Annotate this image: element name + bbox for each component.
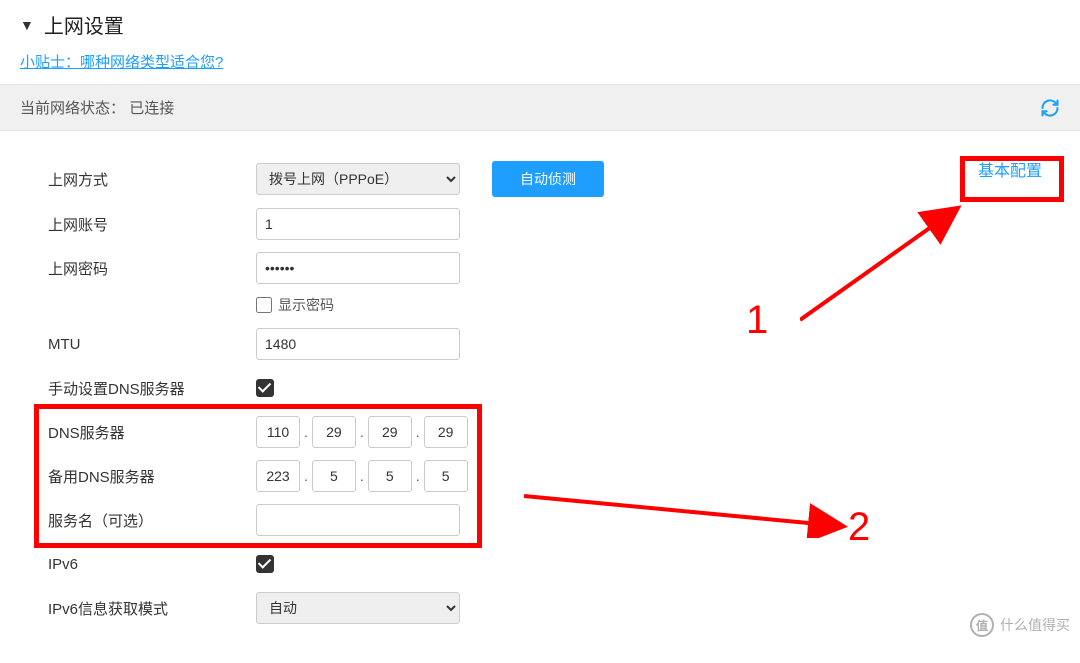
show-password-label: 显示密码 — [278, 295, 334, 315]
ip-dot: . — [304, 424, 308, 440]
label-account: 上网账号 — [48, 214, 256, 235]
alt-dns-octet-1[interactable] — [256, 460, 300, 492]
method-select[interactable]: 拨号上网（PPPoE） — [256, 163, 460, 195]
form-area: 基本配置 上网方式 拨号上网（PPPoE） 自动侦测 上网账号 上网密码 显示密… — [0, 131, 1080, 645]
tip-link[interactable]: 小贴士：哪种网络类型适合您? — [20, 54, 223, 71]
ip-dot: . — [360, 424, 364, 440]
status-text: 当前网络状态： 已连接 — [20, 97, 174, 118]
show-password-checkbox[interactable] — [256, 297, 272, 313]
alt-dns-octet-4[interactable] — [424, 460, 468, 492]
annotation-number-2: 2 — [848, 505, 870, 550]
ip-dot: . — [360, 468, 364, 484]
section-title: 上网设置 — [44, 10, 124, 39]
dns-octet-3[interactable] — [368, 416, 412, 448]
manual-dns-checkbox[interactable] — [256, 379, 274, 397]
service-input[interactable] — [256, 504, 460, 536]
watermark: 值 什么值得买 — [970, 613, 1070, 637]
ipv6-checkbox[interactable] — [256, 555, 274, 573]
auto-detect-button[interactable]: 自动侦测 — [492, 161, 604, 197]
ip-dot: . — [416, 424, 420, 440]
label-alt-dns: 备用DNS服务器 — [48, 466, 256, 487]
label-ipv6: IPv6 — [48, 556, 256, 573]
label-ipv6-mode: IPv6信息获取模式 — [48, 598, 256, 619]
label-manual-dns: 手动设置DNS服务器 — [48, 378, 256, 399]
mtu-input[interactable] — [256, 328, 460, 360]
label-method: 上网方式 — [48, 169, 256, 190]
account-input[interactable] — [256, 208, 460, 240]
ipv6-mode-select[interactable]: 自动 — [256, 592, 460, 624]
dns-octet-4[interactable] — [424, 416, 468, 448]
label-mtu: MTU — [48, 336, 256, 353]
label-password: 上网密码 — [48, 258, 256, 279]
basic-config-link[interactable]: 基本配置 — [968, 151, 1052, 187]
annotation-number-1: 1 — [746, 298, 768, 343]
ip-dot: . — [304, 468, 308, 484]
watermark-text: 什么值得买 — [1000, 615, 1070, 635]
watermark-badge-icon: 值 — [970, 613, 994, 637]
collapse-arrow-icon: ▼ — [20, 17, 34, 33]
section-header[interactable]: ▼ 上网设置 — [0, 0, 1080, 47]
label-dns: DNS服务器 — [48, 422, 256, 443]
password-input[interactable] — [256, 252, 460, 284]
dns-octet-1[interactable] — [256, 416, 300, 448]
alt-dns-octet-3[interactable] — [368, 460, 412, 492]
dns-octet-2[interactable] — [312, 416, 356, 448]
alt-dns-octet-2[interactable] — [312, 460, 356, 492]
status-bar: 当前网络状态： 已连接 — [0, 84, 1080, 131]
ip-dot: . — [416, 468, 420, 484]
refresh-icon[interactable] — [1040, 98, 1060, 118]
label-service: 服务名（可选） — [48, 510, 256, 531]
